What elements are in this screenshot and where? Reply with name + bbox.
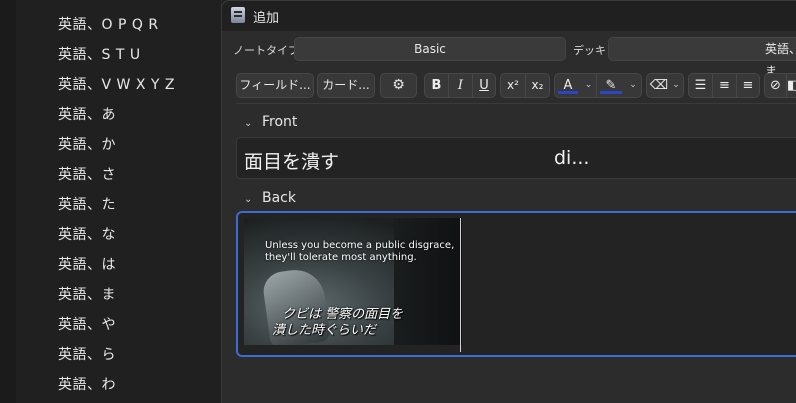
deck-list-panel: 英語、O P Q R 英語、S T U 英語、V W X Y Z 英語、あ 英語、か 英語… — [0, 0, 222, 403]
deck-list-item[interactable]: 英語、は — [58, 250, 175, 280]
image-shadow — [394, 218, 462, 345]
front-field-editor[interactable]: 面目を潰す di... — [236, 137, 796, 179]
note-type-value: Basic — [414, 42, 446, 56]
app-icon — [231, 7, 245, 23]
screenshot-image[interactable]: Unless you become a public disgrace, the… — [244, 218, 462, 345]
note-type-deck-row: ノートタイプ Basic デッキ 英語、ま — [222, 37, 796, 78]
subscript-button[interactable]: x₂ — [526, 74, 549, 97]
deck-select[interactable]: 英語、ま — [608, 37, 796, 78]
deck-list-item[interactable]: 英語、な — [58, 220, 175, 250]
deck-list-item[interactable]: 英語、ま — [58, 280, 175, 310]
note-type-select[interactable]: Basic — [294, 37, 566, 61]
deck-list-item[interactable]: 英語、さ — [58, 160, 175, 190]
highlight-swatch — [600, 91, 622, 94]
gear-icon[interactable]: ⚙ — [380, 73, 417, 98]
eraser-icon[interactable]: ⌫ — [647, 74, 671, 97]
text-color-swatch — [558, 91, 578, 94]
text-caret — [460, 218, 461, 352]
attach-icon[interactable]: ⊘ — [765, 74, 787, 97]
toolbar-divider — [236, 103, 796, 104]
front-label-text: Front — [262, 114, 298, 130]
italic-button[interactable]: I — [449, 74, 473, 97]
front-field-text: 面目を潰す — [244, 151, 340, 173]
fields-button[interactable]: フィールド... — [236, 73, 314, 98]
deck-list-item[interactable]: 英語、あ — [58, 100, 175, 130]
deck-list-item[interactable]: 英語、や — [58, 310, 175, 340]
deck-list-item[interactable]: 英語、V W X Y Z — [58, 70, 175, 100]
back-collapse-chevron-icon[interactable]: ⌄ — [244, 194, 256, 205]
superscript-button[interactable]: x² — [501, 74, 526, 97]
deck-list: 英語、O P Q R 英語、S T U 英語、V W X Y Z 英語、あ 英語、か 英語… — [58, 10, 175, 400]
underline-button[interactable]: U — [473, 74, 495, 97]
highlight-chevron-icon[interactable]: ⌄ — [625, 74, 641, 97]
bullet-list-icon[interactable]: ☰ — [689, 74, 713, 97]
image-caption-jp-line2: 潰した時ぐらいだ — [272, 323, 377, 338]
back-field-label[interactable]: ⌄ Back — [244, 190, 296, 206]
color-group: A ⌄ ✎ ⌄ — [554, 73, 642, 98]
highlight-button[interactable]: ✎ — [597, 74, 625, 97]
text-color-button[interactable]: A — [555, 74, 581, 97]
front-field-text-continued: di... — [554, 147, 590, 169]
panel-edge — [0, 0, 16, 403]
record-icon[interactable]: ◧ — [787, 74, 796, 97]
title-bar: 追加 — [222, 1, 796, 31]
text-style-group: B I U — [424, 73, 496, 98]
list-group: ☰ ≡ ≡ — [688, 73, 760, 98]
eraser-chevron-icon[interactable]: ⌄ — [669, 74, 683, 97]
numbered-list-icon[interactable]: ≡ — [713, 74, 737, 97]
cards-button[interactable]: カード... — [317, 73, 375, 98]
window-title: 追加 — [253, 11, 280, 26]
image-caption-en-line2: they'll tolerate most anything. — [265, 252, 417, 263]
note-type-label: ノートタイプ — [233, 44, 299, 57]
front-field-label[interactable]: ⌄ Front — [244, 114, 297, 130]
front-collapse-chevron-icon[interactable]: ⌄ — [244, 118, 256, 129]
text-color-chevron-icon[interactable]: ⌄ — [581, 74, 597, 97]
bold-button[interactable]: B — [425, 74, 449, 97]
deck-list-item[interactable]: 英語、S T U — [58, 40, 175, 70]
deck-list-item[interactable]: 英語、わ — [58, 370, 175, 400]
align-icon[interactable]: ≡ — [737, 74, 759, 97]
script-group: x² x₂ — [500, 73, 550, 98]
deck-list-item[interactable]: 英語、か — [58, 130, 175, 160]
eraser-group: ⌫ ⌄ — [646, 73, 684, 98]
back-label-text: Back — [262, 190, 296, 206]
editor-toolbar: フィールド... カード... ⚙ B I U x² x₂ A ⌄ ✎ ⌄ ⌫ — [236, 73, 796, 99]
image-caption-en-line1: Unless you become a public disgrace, — [265, 240, 455, 251]
deck-list-item[interactable]: 英語、た — [58, 190, 175, 220]
add-note-window: 追加 ノートタイプ Basic デッキ 英語、ま フィールド... カード...… — [221, 0, 796, 403]
deck-list-item[interactable]: 英語、ら — [58, 340, 175, 370]
deck-list-item[interactable]: 英語、O P Q R — [58, 10, 175, 40]
attach-group: ⊘ ◧ — [764, 73, 796, 98]
back-field-editor[interactable]: Unless you become a public disgrace, the… — [236, 211, 796, 357]
deck-label: デッキ — [573, 44, 606, 57]
